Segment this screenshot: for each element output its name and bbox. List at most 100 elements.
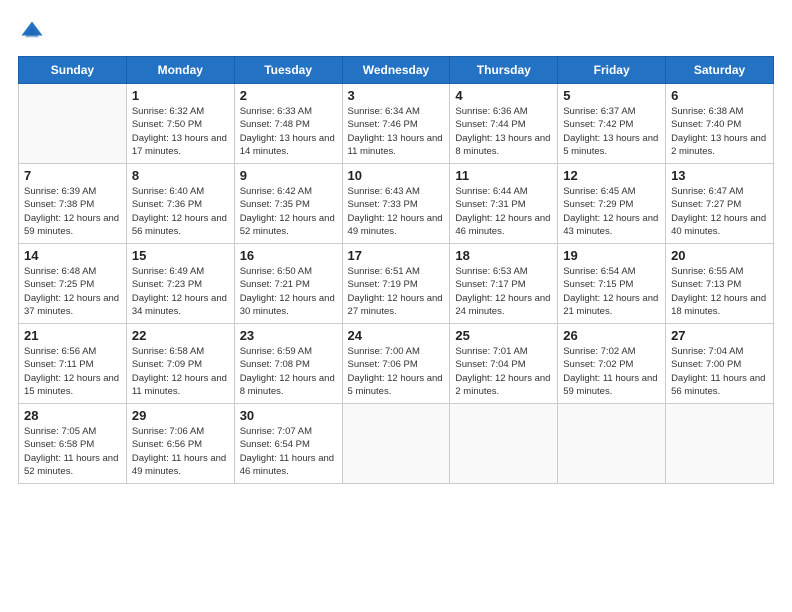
day-detail: Sunrise: 6:37 AMSunset: 7:42 PMDaylight:… [563,105,660,158]
day-number: 23 [240,328,337,343]
day-detail: Sunrise: 6:55 AMSunset: 7:13 PMDaylight:… [671,265,768,318]
day-number: 18 [455,248,552,263]
day-detail: Sunrise: 6:56 AMSunset: 7:11 PMDaylight:… [24,345,121,398]
calendar-cell: 20 Sunrise: 6:55 AMSunset: 7:13 PMDayligh… [666,244,774,324]
day-number: 7 [24,168,121,183]
day-number: 29 [132,408,229,423]
calendar-cell: 26Sunrise: 7:02 AMSunset: 7:02 PMDayligh… [558,324,666,404]
day-detail: Sunrise: 6:42 AMSunset: 7:35 PMDaylight:… [240,185,337,238]
calendar-cell: 30 Sunrise: 7:07 AMSunset: 6:54 PMDayligh… [234,404,342,484]
day-header-thursday: Thursday [450,57,558,84]
day-number: 2 [240,88,337,103]
day-number: 15 [132,248,229,263]
week-row-3: 14Sunrise: 6:48 AMSunset: 7:25 PMDayligh… [19,244,774,324]
day-number: 9 [240,168,337,183]
day-header-sunday: Sunday [19,57,127,84]
day-header-wednesday: Wednesday [342,57,450,84]
calendar-cell: 6 Sunrise: 6:38 AMSunset: 7:40 PMDaylight… [666,84,774,164]
calendar-cell: 23 Sunrise: 6:59 AMSunset: 7:08 PMDayligh… [234,324,342,404]
day-number: 11 [455,168,552,183]
day-number: 5 [563,88,660,103]
calendar-table: SundayMondayTuesdayWednesdayThursdayFrid… [18,56,774,484]
day-header-monday: Monday [126,57,234,84]
day-detail: Sunrise: 6:39 AMSunset: 7:38 PMDaylight:… [24,185,121,238]
calendar-cell: 25 Sunrise: 7:01 AMSunset: 7:04 PMDayligh… [450,324,558,404]
header [18,18,774,46]
day-detail: Sunrise: 6:44 AMSunset: 7:31 PMDaylight:… [455,185,552,238]
day-number: 4 [455,88,552,103]
calendar-cell: 3 Sunrise: 6:34 AMSunset: 7:46 PMDaylight… [342,84,450,164]
day-number: 22 [132,328,229,343]
day-number: 3 [348,88,445,103]
calendar-cell: 17 Sunrise: 6:51 AMSunset: 7:19 PMDayligh… [342,244,450,324]
day-number: 24 [348,328,445,343]
calendar-cell [666,404,774,484]
day-number: 13 [671,168,768,183]
calendar-cell: 21 Sunrise: 6:56 AMSunset: 7:11 PMDayligh… [19,324,127,404]
day-detail: Sunrise: 6:58 AMSunset: 7:09 PMDaylight:… [132,345,229,398]
day-detail: Sunrise: 6:59 AMSunset: 7:08 PMDaylight:… [240,345,337,398]
calendar-cell: 10Sunrise: 6:43 AMSunset: 7:33 PMDayligh… [342,164,450,244]
day-detail: Sunrise: 7:05 AMSunset: 6:58 PMDaylight:… [24,425,121,478]
day-detail: Sunrise: 6:32 AMSunset: 7:50 PMDaylight:… [132,105,229,158]
week-row-2: 7 Sunrise: 6:39 AMSunset: 7:38 PMDaylight… [19,164,774,244]
calendar-header-row: SundayMondayTuesdayWednesdayThursdayFrid… [19,57,774,84]
calendar-cell: 27Sunrise: 7:04 AMSunset: 7:00 PMDayligh… [666,324,774,404]
calendar-cell: 28Sunrise: 7:05 AMSunset: 6:58 PMDayligh… [19,404,127,484]
calendar-cell: 11 Sunrise: 6:44 AMSunset: 7:31 PMDayligh… [450,164,558,244]
day-detail: Sunrise: 7:07 AMSunset: 6:54 PMDaylight:… [240,425,337,478]
day-detail: Sunrise: 6:43 AMSunset: 7:33 PMDaylight:… [348,185,445,238]
day-detail: Sunrise: 6:50 AMSunset: 7:21 PMDaylight:… [240,265,337,318]
day-detail: Sunrise: 7:01 AMSunset: 7:04 PMDaylight:… [455,345,552,398]
calendar-cell: 5 Sunrise: 6:37 AMSunset: 7:42 PMDaylight… [558,84,666,164]
day-number: 25 [455,328,552,343]
calendar-cell [342,404,450,484]
logo-icon [18,18,46,46]
day-number: 12 [563,168,660,183]
calendar-cell: 12Sunrise: 6:45 AMSunset: 7:29 PMDayligh… [558,164,666,244]
calendar-cell: 13 Sunrise: 6:47 AMSunset: 7:27 PMDayligh… [666,164,774,244]
calendar-cell: 16 Sunrise: 6:50 AMSunset: 7:21 PMDayligh… [234,244,342,324]
day-number: 19 [563,248,660,263]
day-number: 8 [132,168,229,183]
day-header-friday: Friday [558,57,666,84]
day-number: 30 [240,408,337,423]
day-detail: Sunrise: 6:51 AMSunset: 7:19 PMDaylight:… [348,265,445,318]
day-detail: Sunrise: 6:49 AMSunset: 7:23 PMDaylight:… [132,265,229,318]
day-detail: Sunrise: 6:47 AMSunset: 7:27 PMDaylight:… [671,185,768,238]
day-detail: Sunrise: 6:54 AMSunset: 7:15 PMDaylight:… [563,265,660,318]
day-detail: Sunrise: 7:06 AMSunset: 6:56 PMDaylight:… [132,425,229,478]
day-detail: Sunrise: 6:48 AMSunset: 7:25 PMDaylight:… [24,265,121,318]
calendar-cell: 1Sunrise: 6:32 AMSunset: 7:50 PMDaylight… [126,84,234,164]
day-detail: Sunrise: 6:53 AMSunset: 7:17 PMDaylight:… [455,265,552,318]
day-detail: Sunrise: 6:38 AMSunset: 7:40 PMDaylight:… [671,105,768,158]
calendar-cell: 2Sunrise: 6:33 AMSunset: 7:48 PMDaylight… [234,84,342,164]
calendar-cell [19,84,127,164]
week-row-4: 21 Sunrise: 6:56 AMSunset: 7:11 PMDayligh… [19,324,774,404]
day-header-tuesday: Tuesday [234,57,342,84]
day-detail: Sunrise: 7:00 AMSunset: 7:06 PMDaylight:… [348,345,445,398]
day-header-saturday: Saturday [666,57,774,84]
calendar-cell: 15 Sunrise: 6:49 AMSunset: 7:23 PMDayligh… [126,244,234,324]
day-detail: Sunrise: 6:34 AMSunset: 7:46 PMDaylight:… [348,105,445,158]
page: SundayMondayTuesdayWednesdayThursdayFrid… [0,0,792,612]
calendar-cell: 19 Sunrise: 6:54 AMSunset: 7:15 PMDayligh… [558,244,666,324]
calendar-cell [558,404,666,484]
calendar-cell: 18 Sunrise: 6:53 AMSunset: 7:17 PMDayligh… [450,244,558,324]
logo [18,18,50,46]
calendar-cell: 8 Sunrise: 6:40 AMSunset: 7:36 PMDaylight… [126,164,234,244]
day-number: 6 [671,88,768,103]
week-row-5: 28Sunrise: 7:05 AMSunset: 6:58 PMDayligh… [19,404,774,484]
calendar-cell [450,404,558,484]
calendar-cell: 9 Sunrise: 6:42 AMSunset: 7:35 PMDaylight… [234,164,342,244]
calendar-cell: 29 Sunrise: 7:06 AMSunset: 6:56 PMDayligh… [126,404,234,484]
day-number: 17 [348,248,445,263]
day-number: 20 [671,248,768,263]
week-row-1: 1Sunrise: 6:32 AMSunset: 7:50 PMDaylight… [19,84,774,164]
calendar-cell: 24 Sunrise: 7:00 AMSunset: 7:06 PMDayligh… [342,324,450,404]
day-detail: Sunrise: 7:02 AMSunset: 7:02 PMDaylight:… [563,345,660,398]
calendar-cell: 14Sunrise: 6:48 AMSunset: 7:25 PMDayligh… [19,244,127,324]
day-number: 21 [24,328,121,343]
day-number: 16 [240,248,337,263]
day-detail: Sunrise: 6:40 AMSunset: 7:36 PMDaylight:… [132,185,229,238]
